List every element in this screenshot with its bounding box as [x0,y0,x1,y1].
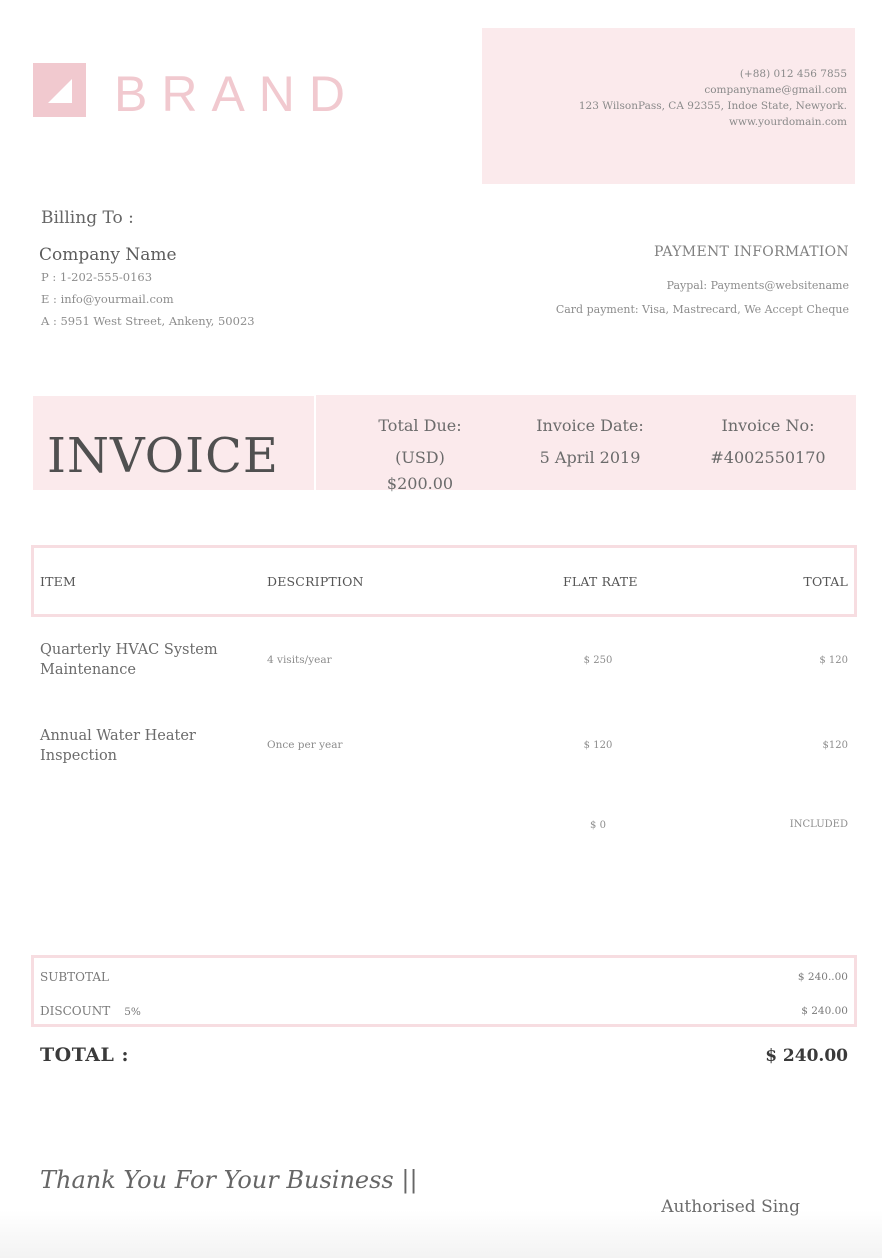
invoice-number-block: Invoice No: #4002550170 [706,413,830,471]
brand-logo-icon [33,63,86,117]
header-description: DESCRIPTION [267,574,364,589]
contact-panel: (+88) 012 456 7855 companyname@gmail.com… [482,28,855,184]
row-item-line: Inspection [40,748,118,764]
total-due-value: (USD) $200.00 [386,448,454,493]
invoice-number-value: #4002550170 [710,448,826,467]
contact-phone: (+88) 012 456 7855 [739,68,847,80]
total-due-label: Total Due: [378,416,462,435]
billing-details: P : 1-202-555-0163 E : info@yourmail.com… [41,266,255,332]
row-item: Quarterly HVAC System Maintenance [40,640,218,680]
grand-total-label: TOTAL : [40,1044,130,1066]
table-row: $ 0 INCLUDED [0,812,882,842]
row-item-line: Maintenance [40,662,136,678]
billing-email: E : info@yourmail.com [41,292,174,306]
discount-row: DISCOUNT 5% [40,1004,141,1018]
discount-label: DISCOUNT [40,1004,111,1018]
invoice-date-block: Invoice Date: 5 April 2019 [527,413,653,471]
row-item: Annual Water Heater Inspection [40,726,196,766]
summary-panel: SUBTOTAL $ 240..00 DISCOUNT 5% $ 240.00 [31,955,857,1027]
table-row: Quarterly HVAC System Maintenance 4 visi… [0,640,882,690]
contact-website: www.yourdomain.com [729,116,847,128]
row-rate: $ 0 [590,820,606,831]
billing-address: A : 5951 West Street, Ankeny, 50023 [41,314,255,328]
total-due-block: Total Due: (USD) $200.00 [360,413,480,497]
row-description: 4 visits/year [267,654,332,666]
header-item: ITEM [40,574,76,589]
discount-rate: 5% [124,1006,141,1018]
billing-phone: P : 1-202-555-0163 [41,270,153,284]
row-total: $ 120 [819,655,848,666]
invoice-title: INVOICE [47,428,279,484]
brand-name: BRAND [114,66,360,122]
row-item-line: Quarterly HVAC System [40,642,218,658]
header-total: TOTAL [803,574,848,589]
row-total: INCLUDED [789,819,848,830]
billing-company-name: Company Name [39,245,177,265]
payment-paypal: Paypal: Payments@websitename [666,279,849,292]
invoice-date-label: Invoice Date: [536,416,644,435]
row-description: Once per year [267,739,343,751]
discount-value: $ 240.00 [801,1005,848,1017]
table-row: Annual Water Heater Inspection Once per … [0,726,882,776]
invoice-number-label: Invoice No: [721,416,815,435]
payment-card: Card payment: Visa, Mastrecard, We Accep… [555,303,849,316]
page-bottom-fade [0,1210,882,1258]
billing-title: Billing To : [41,208,134,228]
signature-label: Authorised Sing [661,1197,800,1217]
grand-total-value: $ 240.00 [765,1046,848,1066]
row-total: $120 [822,740,848,751]
row-item-line: Annual Water Heater [40,728,196,744]
header-flat-rate: FLAT RATE [563,574,638,589]
row-rate: $ 250 [583,655,613,666]
payment-info-title: PAYMENT INFORMATION [653,244,849,260]
subtotal-label: SUBTOTAL [40,970,109,984]
contact-lines: (+88) 012 456 7855 companyname@gmail.com… [579,66,847,130]
thank-you-note: Thank You For Your Business || [40,1166,418,1194]
invoice-date-value: 5 April 2019 [539,448,641,467]
subtotal-value: $ 240..00 [797,971,848,983]
invoice-meta-panel: Total Due: (USD) $200.00 Invoice Date: 5… [316,395,856,493]
contact-email: companyname@gmail.com [704,84,847,96]
payment-details: Paypal: Payments@websitename Card paymen… [556,274,849,322]
contact-address: 123 WilsonPass, CA 92355, Indoe State, N… [578,100,847,112]
line-items-header: ITEM DESCRIPTION FLAT RATE TOTAL [31,545,857,617]
invoice-title-panel: INVOICE [33,396,314,490]
row-rate: $ 120 [583,740,613,751]
